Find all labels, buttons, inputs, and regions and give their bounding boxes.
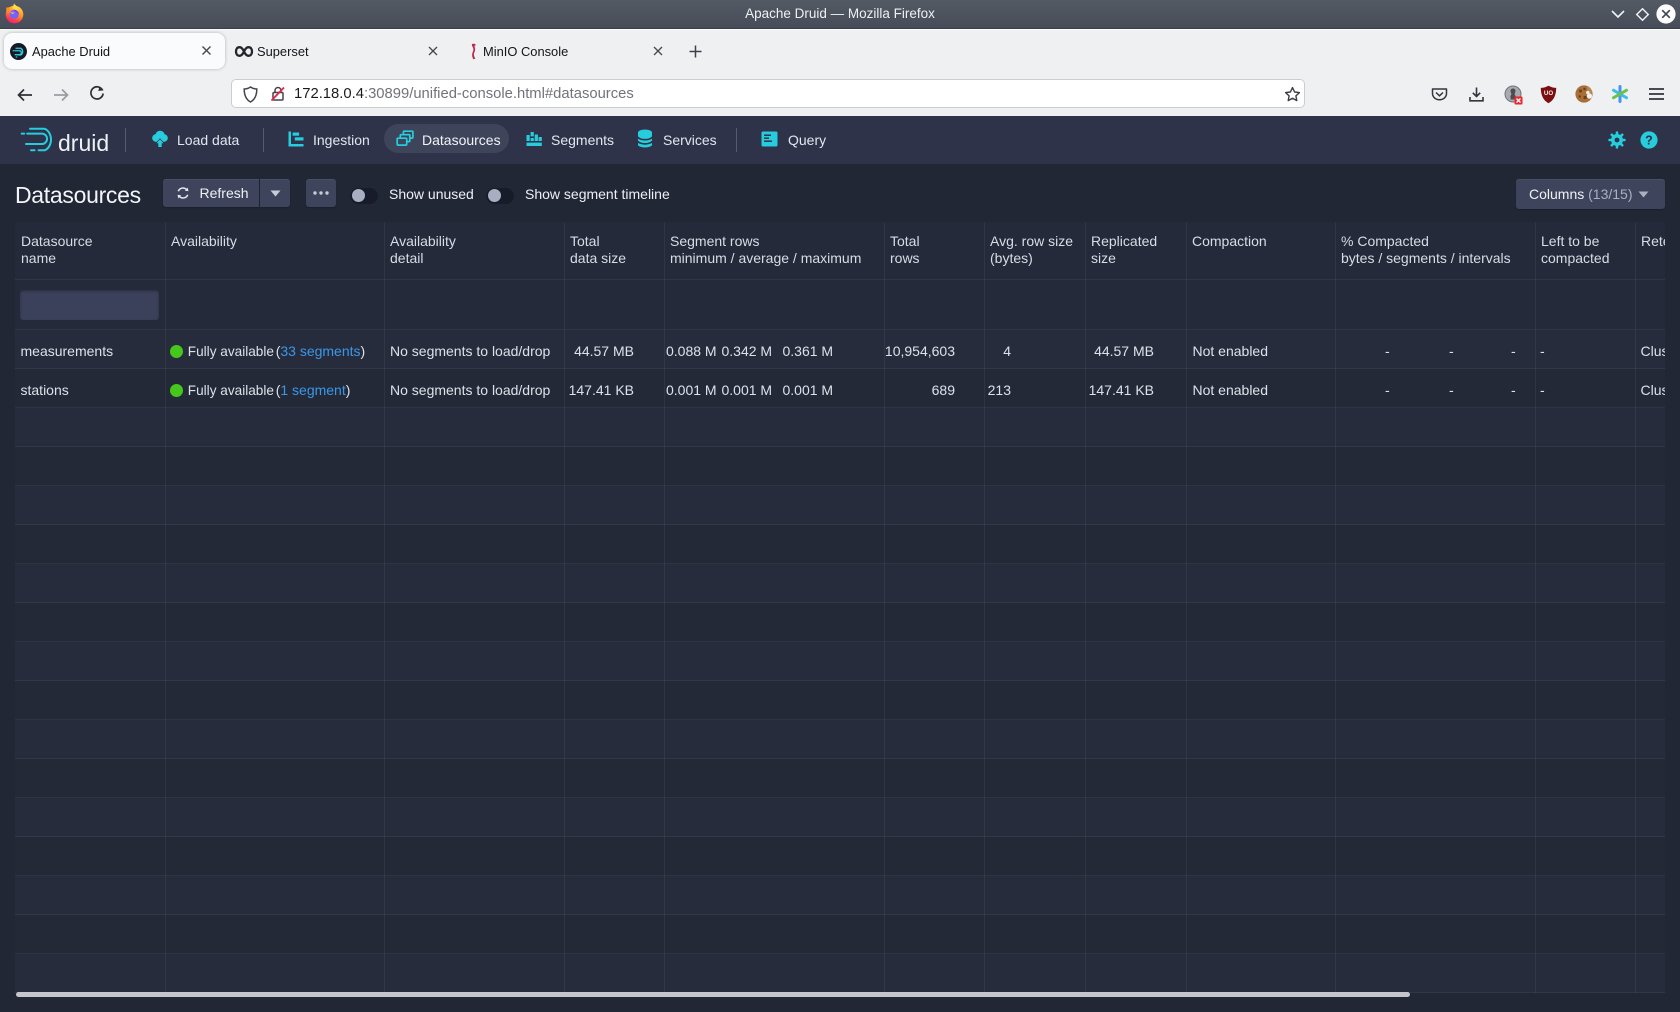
svg-text:UO: UO [1544,90,1553,97]
svg-text:?: ? [1645,133,1653,147]
